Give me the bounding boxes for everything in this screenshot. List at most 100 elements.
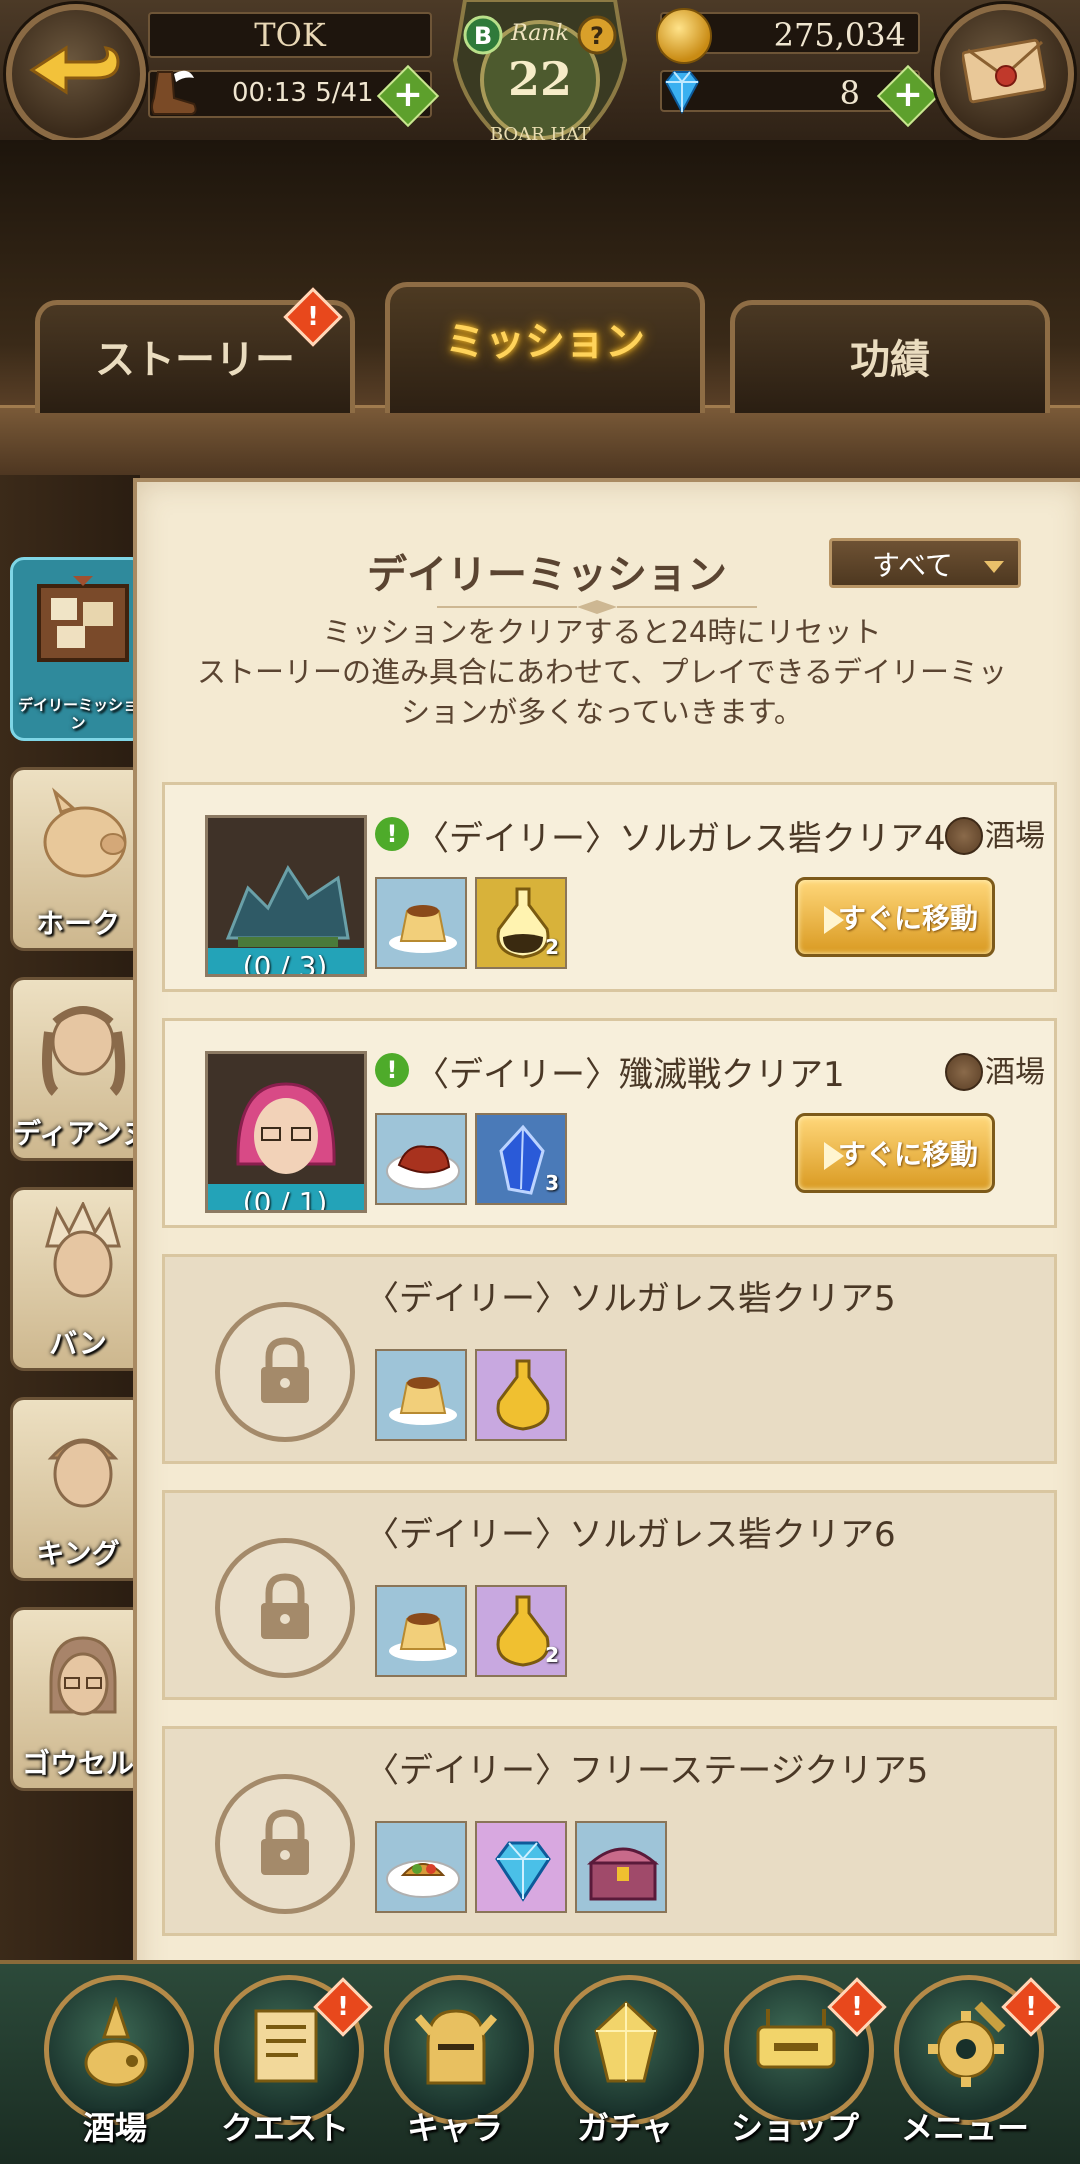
salad-dish-icon — [386, 1860, 460, 1898]
mission-card-locked: 〈デイリー〉ソルガレス砦クリア6 2 — [162, 1490, 1057, 1700]
crystal-icon — [594, 2000, 658, 2083]
play-arrow-icon — [824, 906, 844, 934]
sidebar-item-label: デイリーミッション — [17, 696, 138, 732]
stamina-value: 5/41 — [315, 78, 374, 108]
reward-pudding[interactable] — [375, 1349, 467, 1441]
shelf-ledge — [0, 405, 1080, 478]
mission-title: 〈デイリー〉殲滅戦クリア1 — [415, 1055, 845, 1095]
mission-alert-icon: ! — [375, 1053, 409, 1087]
mission-card-locked: 〈デイリー〉ソルガレス砦クリア5 — [162, 1254, 1057, 1464]
stamina-readout: 00:13 5/41 — [232, 78, 374, 108]
location-icon — [945, 1053, 983, 1091]
sidebar-item-hawk[interactable]: ホーク — [10, 767, 146, 951]
go-now-button[interactable]: すぐに移動 — [795, 877, 995, 957]
top-bar: TOK 00:13 5/41 + Rank 22 BOAR HAT B ? 27… — [0, 0, 1080, 173]
reward-count: 3 — [545, 1171, 559, 1195]
sidebar-item-label: ゴウセル — [21, 1747, 134, 1780]
diamond-icon — [664, 71, 700, 115]
play-arrow-icon — [824, 1142, 844, 1170]
location-label: 酒場 — [985, 819, 1045, 854]
go-now-label: すぐに移動 — [837, 902, 978, 935]
nav-gacha[interactable]: ガチャ — [540, 1975, 710, 2155]
reward-gem[interactable] — [475, 1821, 567, 1913]
plus-icon: + — [392, 74, 424, 115]
pudding-icon — [389, 905, 457, 953]
mission-alert-icon: ! — [375, 817, 409, 851]
mission-card: (0 / 1) ! 〈デイリー〉殲滅戦クリア1 酒場 3 すぐに移動 — [162, 1018, 1057, 1228]
diane-portrait-icon — [42, 1006, 126, 1096]
progress-label: (0 / 1) — [208, 1184, 364, 1210]
elixir-icon — [496, 1359, 550, 1431]
helmet-icon — [414, 2009, 498, 2085]
reward-count: 2 — [545, 935, 559, 959]
go-now-label: すぐに移動 — [837, 1138, 978, 1171]
filter-value: すべて — [872, 549, 953, 582]
sidebar-item-diane[interactable]: ディアンヌ — [10, 977, 146, 1161]
reward-elixir[interactable]: 2 — [475, 1585, 567, 1677]
nav-label: メニュー — [900, 2109, 1029, 2147]
shop-icon — [756, 2009, 836, 2069]
reward-pudding[interactable] — [375, 1585, 467, 1677]
sidebar-item-gowther[interactable]: ゴウセル — [10, 1607, 146, 1791]
sidebar-item-ban[interactable]: バン — [10, 1187, 146, 1371]
nav-label: クエスト — [220, 2109, 349, 2147]
reward-salad[interactable] — [375, 1821, 467, 1913]
tavern-icon — [84, 1997, 148, 2087]
rank-label: Rank — [510, 21, 569, 46]
gold-coin-icon — [656, 8, 712, 64]
mail-button[interactable] — [934, 4, 1074, 144]
plus-icon: + — [892, 74, 924, 115]
lock-icon — [261, 1573, 309, 1639]
mission-title: 〈デイリー〉ソルガレス砦クリア6 — [365, 1515, 896, 1555]
stamina-timer: 00:13 — [232, 78, 307, 108]
mission-description: ミッションをクリアすると24時にリセット ストーリーの進み具合にあわせて、プレイ… — [167, 612, 1037, 732]
reward-crystal[interactable]: 3 — [475, 1113, 567, 1205]
back-button[interactable] — [6, 4, 146, 144]
tab-merit[interactable]: 功績 — [730, 300, 1050, 413]
king-portrait-icon — [47, 1438, 119, 1508]
reward-elixir[interactable] — [475, 1349, 567, 1441]
player-name: TOK — [148, 12, 432, 58]
sidebar-item-daily-mission[interactable]: デイリーミッション — [10, 557, 146, 741]
meat-dish-icon — [386, 1145, 460, 1190]
nav-character[interactable]: キャラ — [370, 1975, 540, 2155]
reward-pudding[interactable] — [375, 877, 467, 969]
sidebar-item-label: ディアンヌ — [13, 1117, 146, 1150]
reward-count: 2 — [545, 1643, 559, 1667]
reward-meat[interactable] — [375, 1113, 467, 1205]
mission-card-locked: 〈デイリー〉フリーステージクリア5 — [162, 1726, 1057, 1936]
boot-icon — [151, 70, 197, 115]
reward-elixir[interactable]: 2 — [475, 877, 567, 969]
sidebar-item-label: ホーク — [35, 907, 120, 940]
sidebar-item-king[interactable]: キング — [10, 1397, 146, 1581]
ban-portrait-icon — [45, 1202, 121, 1298]
sidebar-item-label: キング — [36, 1537, 120, 1570]
lock-badge — [215, 1538, 355, 1678]
nav-tavern[interactable]: 酒場 — [30, 1975, 200, 2155]
nav-label: ショップ — [730, 2109, 859, 2147]
nav-label: 酒場 — [82, 2109, 147, 2147]
pudding-icon — [389, 1613, 457, 1661]
mission-thumbnail: (0 / 1) — [205, 1051, 367, 1213]
location-icon — [945, 817, 983, 855]
mission-thumbnail: (0 / 3) — [205, 815, 367, 977]
pig-icon — [43, 787, 127, 878]
lock-icon — [261, 1337, 309, 1403]
notice-board-icon — [37, 576, 129, 662]
category-sidebar: デイリーミッション ホーク ディアンヌ バン キング ゴウセル — [0, 475, 146, 1975]
help-icon[interactable]: ? — [590, 22, 604, 50]
mission-title: 〈デイリー〉ソルガレス砦クリア4 — [415, 819, 946, 859]
go-now-button[interactable]: すぐに移動 — [795, 1113, 995, 1193]
description-line: ションが多くなっていきます。 — [401, 695, 803, 729]
tab-mission[interactable]: ミッション — [385, 282, 705, 413]
sidebar-item-label: バン — [49, 1327, 107, 1360]
rank-letter: B — [474, 22, 492, 50]
mission-title: 〈デイリー〉ソルガレス砦クリア5 — [365, 1279, 896, 1319]
description-line: ミッションをクリアすると24時にリセット — [322, 615, 882, 649]
filter-dropdown[interactable]: すべて — [829, 538, 1021, 588]
progress-label: (0 / 3) — [208, 948, 364, 974]
lock-icon — [261, 1809, 309, 1875]
chevron-down-icon — [984, 561, 1004, 573]
gear-icon — [928, 2001, 1006, 2087]
reward-chest[interactable] — [575, 1821, 667, 1913]
